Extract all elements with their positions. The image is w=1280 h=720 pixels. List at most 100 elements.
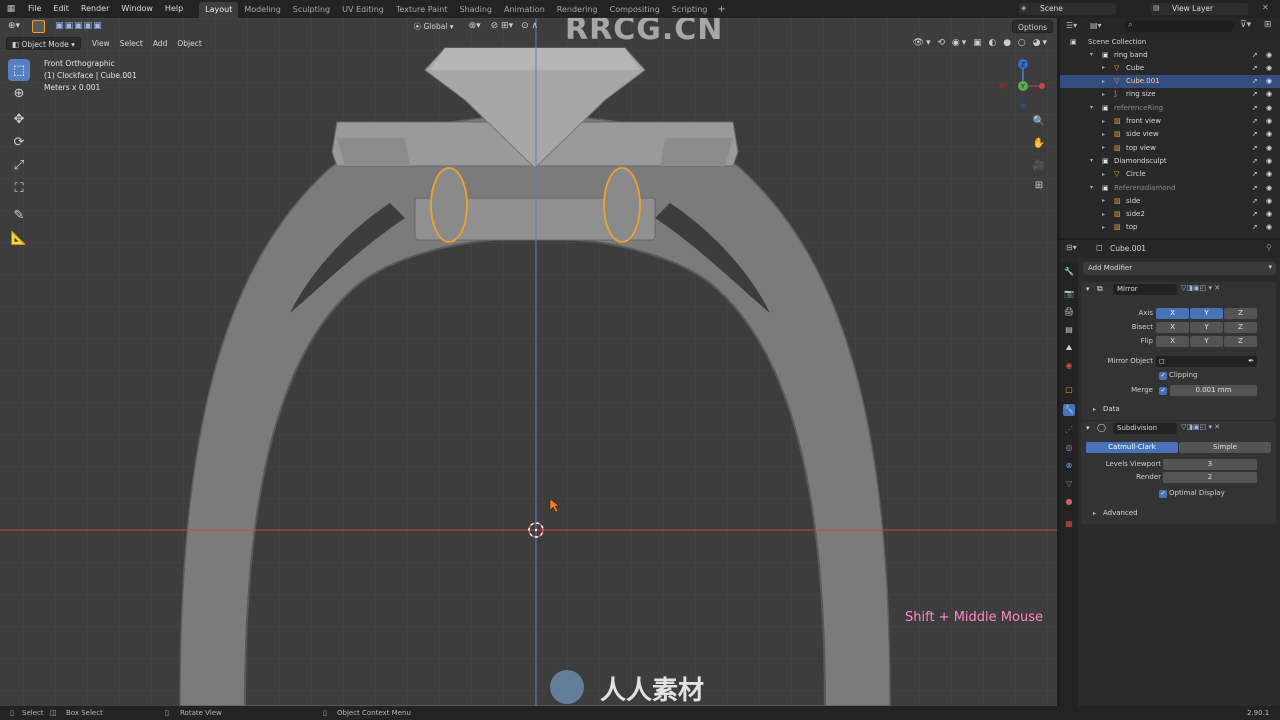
selectable-toggle-icon[interactable]: ➚ bbox=[1252, 197, 1258, 205]
proportional-edit-icon[interactable]: ⊙ ∧ bbox=[521, 21, 538, 31]
outliner-item[interactable]: ▸ ▨ side ➚ ◉ bbox=[1060, 194, 1280, 207]
selectable-toggle-icon[interactable]: ➚ bbox=[1252, 170, 1258, 178]
add-workspace-icon[interactable]: + bbox=[713, 4, 729, 15]
tool-tab-icon[interactable]: 🔧 bbox=[1063, 266, 1075, 278]
pin-icon[interactable]: ⚲ bbox=[1266, 243, 1272, 252]
menu-add[interactable]: Add bbox=[148, 37, 173, 50]
tab-compositing[interactable]: Compositing bbox=[604, 2, 666, 18]
outliner-item[interactable]: ▸ ▨ front view ➚ ◉ bbox=[1060, 115, 1280, 128]
menu-render[interactable]: Render bbox=[75, 0, 115, 18]
outliner-search-input[interactable]: ⌕ bbox=[1124, 20, 1234, 32]
outliner-editor-icon[interactable]: ☰▾ bbox=[1066, 21, 1077, 30]
snap-icon[interactable]: ⊘ ⊞▾ bbox=[491, 21, 513, 31]
eyedropper-icon[interactable]: ✒ bbox=[1248, 356, 1254, 367]
expand-chevron-icon[interactable]: ▸ bbox=[1102, 171, 1105, 178]
menu-select[interactable]: Select bbox=[115, 37, 148, 50]
material-tab-icon[interactable]: ● bbox=[1063, 496, 1075, 508]
visibility-eye-icon[interactable]: ◉ bbox=[1266, 130, 1272, 138]
expand-chevron-icon[interactable]: ▸ bbox=[1102, 211, 1105, 218]
viewport-scene[interactable] bbox=[0, 18, 1057, 706]
selectable-toggle-icon[interactable]: ➚ bbox=[1252, 104, 1258, 112]
selectable-toggle-icon[interactable]: ➚ bbox=[1252, 117, 1258, 125]
output-tab-icon[interactable]: 🖨 bbox=[1063, 306, 1075, 318]
select-box-tool-icon[interactable]: ⬚ bbox=[8, 59, 30, 81]
flip-y-toggle[interactable]: Y bbox=[1190, 336, 1223, 347]
mirror-toggle-icons[interactable]: ▽◨▣◰ ▾ ✕ bbox=[1181, 284, 1220, 292]
outliner-item[interactable]: ▸ ▽ Cube.001 ➚ ◉ bbox=[1060, 74, 1280, 88]
data-tab-icon[interactable]: ▽ bbox=[1063, 478, 1075, 490]
visibility-eye-icon[interactable]: ◉ bbox=[1266, 51, 1272, 59]
outliner-item[interactable]: ▸ ▨ side2 ➚ ◉ bbox=[1060, 208, 1280, 221]
selectable-toggle-icon[interactable]: ➚ bbox=[1252, 223, 1258, 231]
3d-viewport[interactable]: ⊕▾ ▣▣▣▣▣ ⦿ Global ▾ ⊛▾ ⊘ ⊞▾ ⊙ ∧ Options … bbox=[0, 18, 1057, 706]
mirror-object-field[interactable]: ◻ ✒ bbox=[1156, 356, 1257, 367]
gizmo-neg-z-axis[interactable] bbox=[1020, 103, 1026, 109]
visibility-eye-icon[interactable]: ◉ bbox=[1266, 104, 1272, 112]
physics-tab-icon[interactable]: ◎ bbox=[1063, 442, 1075, 454]
ortho-toggle-icon[interactable]: ⊞ bbox=[1030, 176, 1048, 194]
transform-orientation-dropdown[interactable]: ⦿ Global ▾ bbox=[409, 20, 459, 33]
tab-rendering[interactable]: Rendering bbox=[551, 2, 604, 18]
menu-object[interactable]: Object bbox=[172, 37, 206, 50]
outliner-item[interactable]: ▸ ▨ top ➚ ◉ bbox=[1060, 221, 1280, 234]
visibility-eye-icon[interactable]: ◉ bbox=[1266, 223, 1272, 231]
collapse-chevron-icon[interactable]: ▾ bbox=[1090, 104, 1093, 111]
selection-mode-icons[interactable]: ▣▣▣▣▣ bbox=[55, 21, 103, 31]
render-tab-icon[interactable]: 📷 bbox=[1063, 288, 1075, 300]
measure-tool-icon[interactable]: 📐 bbox=[8, 227, 30, 249]
optimal-display-checkbox[interactable]: ✓ bbox=[1159, 490, 1167, 498]
bisect-x-toggle[interactable]: X bbox=[1156, 322, 1189, 333]
subdivision-expand-icon[interactable]: ▾ bbox=[1086, 424, 1090, 432]
tab-shading[interactable]: Shading bbox=[453, 2, 498, 18]
clipping-checkbox[interactable]: ✓ bbox=[1159, 372, 1167, 380]
tab-modeling[interactable]: Modeling bbox=[238, 2, 286, 18]
selectable-toggle-icon[interactable]: ➚ bbox=[1252, 144, 1258, 152]
scale-tool-icon[interactable]: ⤢ bbox=[8, 154, 30, 176]
outliner-item[interactable]: ▸ ▽ Circle ➚ ◉ bbox=[1060, 168, 1280, 181]
scene-selector[interactable]: ◈ Scene bbox=[1018, 3, 1116, 15]
tab-scripting[interactable]: Scripting bbox=[666, 2, 714, 18]
tab-sculpting[interactable]: Sculpting bbox=[287, 2, 336, 18]
menu-view[interactable]: View bbox=[87, 37, 115, 50]
outliner-item[interactable]: ▸ ▨ top view ➚ ◉ bbox=[1060, 141, 1280, 154]
expand-chevron-icon[interactable]: ▸ bbox=[1102, 197, 1105, 204]
collapse-chevron-icon[interactable]: ▾ bbox=[1090, 51, 1093, 58]
bisect-z-toggle[interactable]: Z bbox=[1224, 322, 1257, 333]
outliner-item[interactable]: ▾ ▣ Diamondsculpt ➚ ◉ bbox=[1060, 154, 1280, 167]
mirror-name-field[interactable]: Mirror bbox=[1113, 284, 1177, 295]
axis-y-toggle[interactable]: Y bbox=[1190, 308, 1223, 319]
tab-animation[interactable]: Animation bbox=[498, 2, 551, 18]
outliner-item[interactable]: ▾ ▣ ring band ➚ ◉ bbox=[1060, 48, 1280, 61]
visibility-eye-icon[interactable]: ◉ bbox=[1266, 197, 1272, 205]
pan-view-icon[interactable]: ✋ bbox=[1030, 134, 1048, 152]
collapse-chevron-icon[interactable]: ▾ bbox=[1090, 157, 1093, 164]
expand-chevron-icon[interactable]: ▸ bbox=[1102, 131, 1105, 138]
axis-z-toggle[interactable]: Z bbox=[1224, 308, 1257, 319]
outliner-item[interactable]: ▸ ⟆ ring size ➚ ◉ bbox=[1060, 88, 1280, 101]
texture-tab-icon[interactable]: ▦ bbox=[1063, 518, 1075, 530]
collapse-chevron-icon[interactable]: ▾ bbox=[1090, 184, 1093, 191]
display-mode-icon[interactable]: ▤▾ bbox=[1090, 21, 1102, 30]
merge-distance-field[interactable]: 0.001 mm bbox=[1170, 385, 1257, 396]
visibility-eye-icon[interactable]: ◉ bbox=[1266, 184, 1272, 192]
advanced-subpanel-label[interactable]: Advanced bbox=[1103, 509, 1138, 517]
expand-chevron-icon[interactable]: ▸ bbox=[1102, 118, 1105, 125]
scene-tab-icon[interactable]: ⛰ bbox=[1063, 342, 1075, 354]
selectable-toggle-icon[interactable]: ➚ bbox=[1252, 184, 1258, 192]
rotate-tool-icon[interactable]: ⟳ bbox=[8, 131, 30, 153]
gizmo-neg-x-axis[interactable] bbox=[999, 83, 1005, 89]
add-modifier-dropdown[interactable]: Add Modifier ▾ bbox=[1083, 262, 1276, 275]
outliner-item[interactable]: ▸ ▽ Cube ➚ ◉ bbox=[1060, 61, 1280, 74]
subdivision-toggle-icons[interactable]: ▽◨▣◰ ▾ ✕ bbox=[1181, 423, 1220, 431]
zoom-view-icon[interactable]: 🔍 bbox=[1030, 112, 1048, 130]
selectable-toggle-icon[interactable]: ➚ bbox=[1252, 90, 1258, 98]
constraints-tab-icon[interactable]: ⊗ bbox=[1063, 460, 1075, 472]
catmull-clark-toggle[interactable]: Catmull-Clark bbox=[1086, 442, 1178, 453]
selected-prong-left[interactable] bbox=[430, 167, 468, 243]
visibility-eye-icon[interactable]: ◉ bbox=[1266, 210, 1272, 218]
tab-layout[interactable]: Layout bbox=[199, 1, 239, 18]
menu-edit[interactable]: Edit bbox=[47, 0, 75, 18]
editor-type-icon[interactable]: ▦ bbox=[0, 4, 22, 14]
subdivision-name-field[interactable]: Subdivision bbox=[1113, 423, 1177, 434]
selectable-toggle-icon[interactable]: ➚ bbox=[1252, 210, 1258, 218]
